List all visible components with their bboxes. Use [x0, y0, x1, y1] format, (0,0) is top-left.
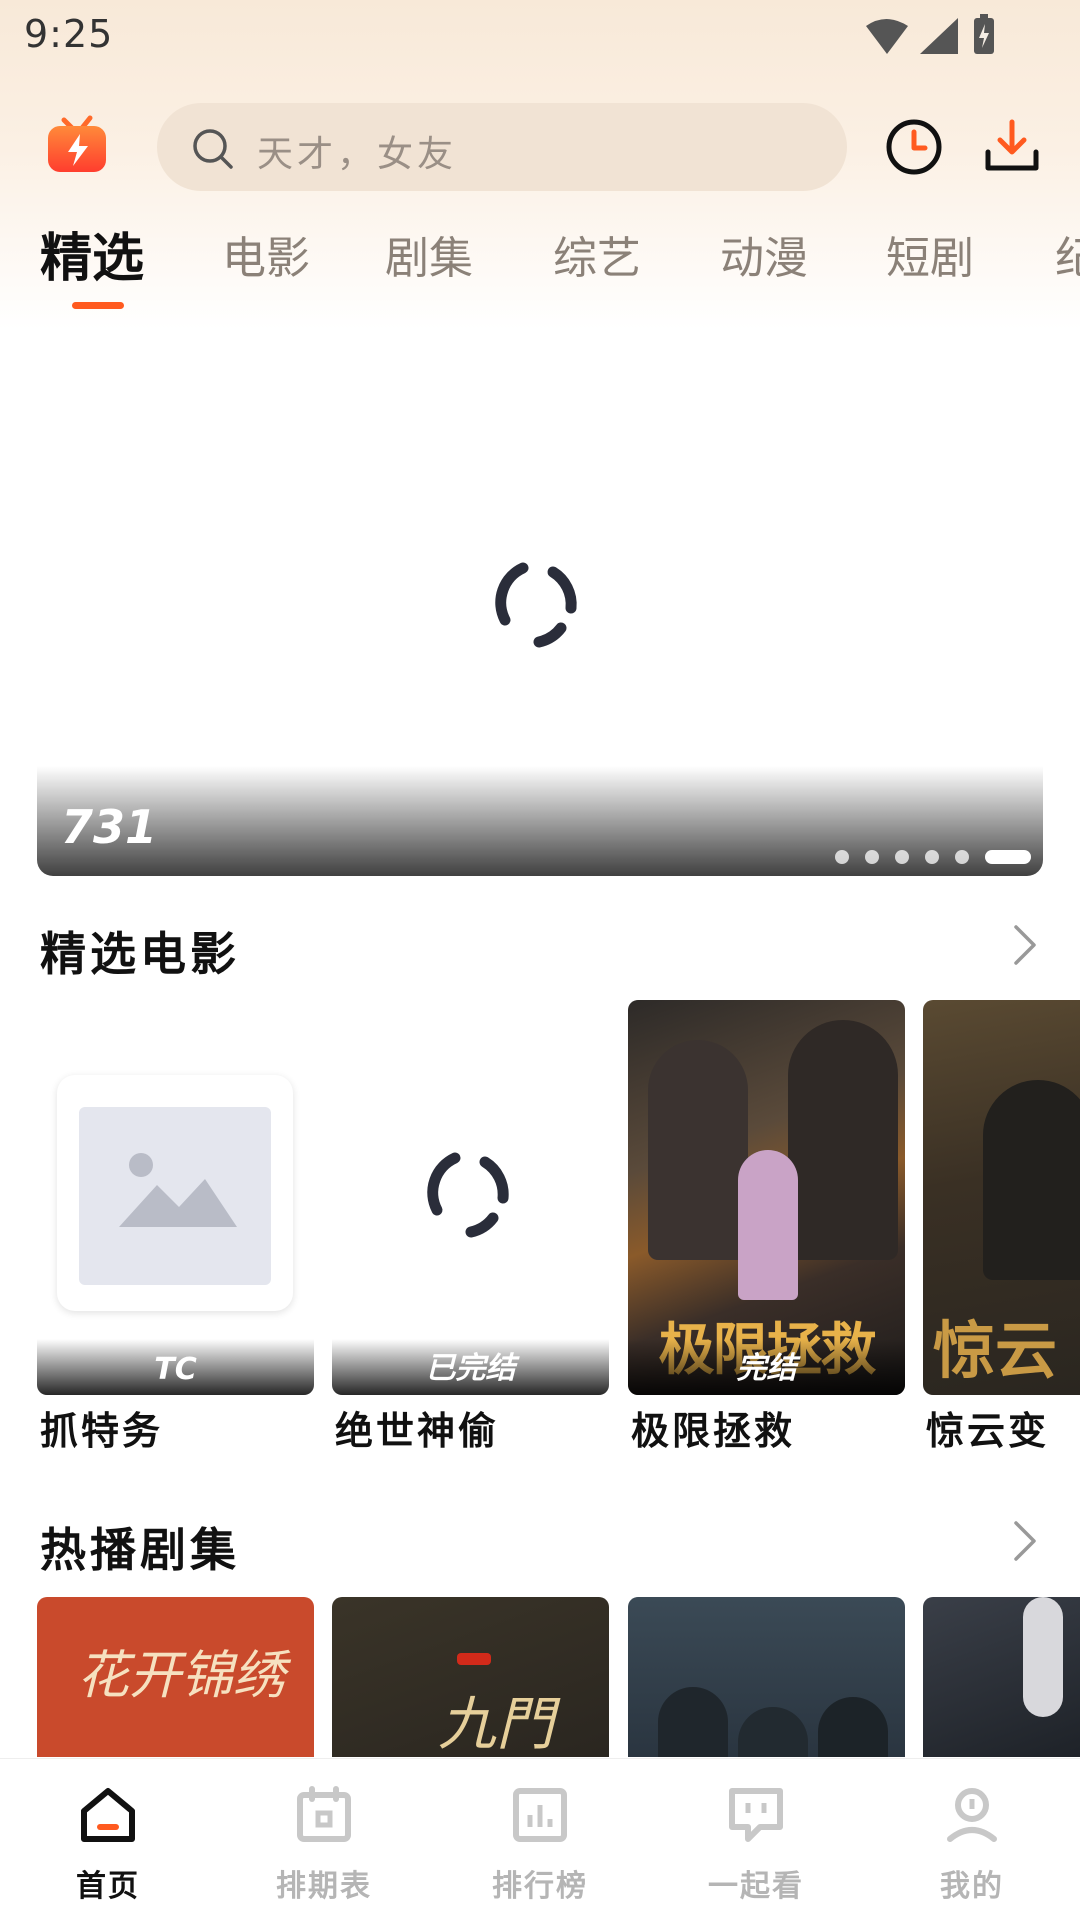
- nav-item-ranking[interactable]: 排行榜: [432, 1759, 648, 1921]
- movie-title[interactable]: 抓特务: [40, 1400, 163, 1455]
- card-badge: TC: [154, 1352, 197, 1387]
- pagination-dot: [955, 850, 969, 864]
- pagination-dot: [865, 850, 879, 864]
- poster-figure: [788, 1020, 898, 1260]
- search-bar[interactable]: 天才，女友: [157, 103, 847, 191]
- profile-icon: [947, 1788, 997, 1842]
- series-card[interactable]: 花开锦绣: [37, 1597, 314, 1757]
- tab-variety[interactable]: 综艺: [553, 222, 641, 286]
- tab-movies[interactable]: 电影: [222, 222, 310, 286]
- pagination-dot: [895, 850, 909, 864]
- banner-title: 731: [61, 800, 158, 854]
- nav-label: 排期表: [276, 1869, 372, 1904]
- poster-figure: [1023, 1597, 1063, 1717]
- nav-item-home[interactable]: 首页: [0, 1759, 216, 1921]
- series-card[interactable]: [923, 1597, 1080, 1757]
- pagination-dot: [835, 850, 849, 864]
- poster-figure: [738, 1150, 798, 1300]
- loading-spinner-icon: [427, 1152, 509, 1238]
- image-placeholder-icon: [119, 1153, 237, 1227]
- section-title-series: 热播剧集: [40, 1523, 240, 1577]
- chat-icon: [729, 1788, 783, 1842]
- series-card[interactable]: 九門: [332, 1597, 609, 1757]
- poster-figure: [983, 1080, 1080, 1280]
- history-icon[interactable]: [885, 118, 943, 176]
- movie-card[interactable]: 已完结: [332, 1000, 609, 1395]
- bottom-navigation: 首页 排期表 排行榜 一起看 我的: [0, 1758, 1080, 1921]
- wifi-icon: [866, 19, 908, 54]
- movie-card[interactable]: TC: [37, 1000, 314, 1395]
- search-placeholder: 天才，女友: [257, 134, 458, 175]
- series-card[interactable]: [628, 1597, 905, 1757]
- calendar-icon: [297, 1786, 351, 1842]
- active-tab-indicator: [72, 302, 124, 309]
- poster-title-art: 九門: [438, 1690, 555, 1757]
- search-icon: [193, 129, 233, 169]
- pagination-dot-active: [985, 850, 1031, 864]
- tab-series[interactable]: 剧集: [385, 222, 473, 286]
- download-icon[interactable]: [983, 118, 1041, 176]
- chevron-right-icon[interactable]: [1010, 1519, 1040, 1563]
- poster-figure: [738, 1707, 808, 1757]
- loading-spinner-icon: [495, 562, 577, 648]
- tab-documentary[interactable]: 纪: [1055, 222, 1080, 286]
- movie-title[interactable]: 绝世神偷: [335, 1400, 499, 1455]
- nav-item-watch-together[interactable]: 一起看: [648, 1759, 864, 1921]
- nav-label: 首页: [76, 1869, 140, 1904]
- image-placeholder: [57, 1075, 293, 1311]
- nav-label: 我的: [940, 1869, 1004, 1904]
- section-title-movies: 精选电影: [40, 927, 240, 981]
- chevron-right-icon[interactable]: [1010, 923, 1040, 967]
- tab-anime[interactable]: 动漫: [720, 222, 808, 286]
- signal-icon: [920, 18, 958, 54]
- nav-label: 一起看: [708, 1869, 804, 1904]
- poster-figure: [818, 1697, 888, 1757]
- status-bar: 9:25: [0, 0, 1080, 72]
- movie-card[interactable]: 极限拯救 完结: [628, 1000, 905, 1395]
- pagination-dot: [925, 850, 939, 864]
- tab-short-drama[interactable]: 短剧: [886, 222, 974, 286]
- poster-title-art: 惊云: [933, 1314, 1058, 1387]
- nav-item-schedule[interactable]: 排期表: [216, 1759, 432, 1921]
- chart-icon: [513, 1788, 567, 1842]
- poster-title-art: 花开锦绣: [77, 1646, 286, 1706]
- nav-label: 排行榜: [492, 1869, 588, 1904]
- poster-figure: [648, 1040, 748, 1260]
- poster-badge: [457, 1653, 491, 1665]
- app-logo-icon[interactable]: [46, 112, 108, 174]
- movie-title[interactable]: 极限拯救: [631, 1400, 795, 1455]
- home-icon: [81, 1788, 135, 1842]
- card-badge: 完结: [736, 1351, 797, 1386]
- poster-figure: [658, 1687, 728, 1757]
- status-time: 9:25: [24, 12, 114, 56]
- banner-pagination: [835, 850, 1031, 864]
- tab-featured[interactable]: 精选: [40, 216, 144, 291]
- nav-item-profile[interactable]: 我的: [864, 1759, 1080, 1921]
- category-tabs: 精选 电影 剧集 综艺 动漫 短剧 纪: [0, 222, 1080, 292]
- movie-title[interactable]: 惊云变: [926, 1400, 1049, 1455]
- movie-card[interactable]: 惊云: [923, 1000, 1080, 1395]
- status-icons: [866, 14, 994, 54]
- card-badge: 已完结: [425, 1351, 516, 1386]
- hero-banner[interactable]: 731: [37, 330, 1043, 876]
